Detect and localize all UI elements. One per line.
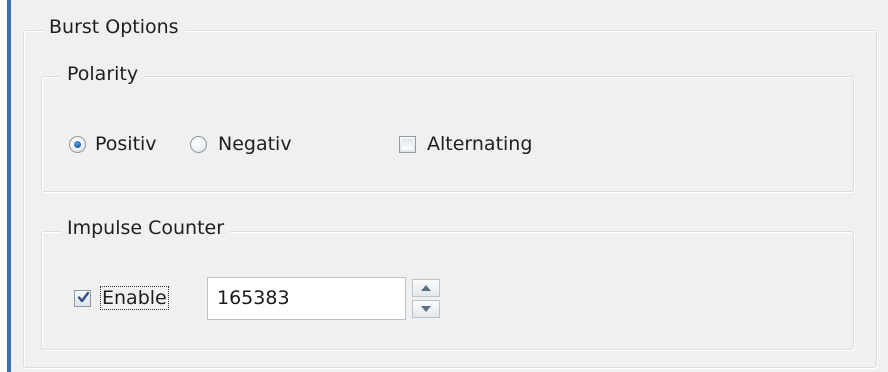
spin-up-button[interactable] <box>412 279 440 297</box>
enable-label-wrap: Enable <box>100 286 169 310</box>
spin-down-button[interactable] <box>412 300 440 318</box>
check-icon <box>77 291 90 303</box>
enable-label[interactable]: Enable <box>100 286 169 310</box>
impulse-count-input[interactable]: 165383 <box>207 277 406 320</box>
radio-positiv[interactable] <box>69 136 86 153</box>
burst-options-title: Burst Options <box>43 15 185 39</box>
chevron-up-icon <box>421 285 431 291</box>
radio-selected-dot <box>74 141 81 148</box>
enable-checkbox[interactable] <box>74 290 91 307</box>
left-margin-strip <box>0 0 7 372</box>
alternating-checkbox[interactable] <box>399 136 416 153</box>
radio-negativ[interactable] <box>190 136 207 153</box>
alternating-label[interactable]: Alternating <box>427 132 532 156</box>
chevron-down-icon <box>421 306 431 312</box>
polarity-title: Polarity <box>61 62 145 86</box>
radio-positiv-label[interactable]: Positiv <box>95 132 157 156</box>
radio-negativ-label[interactable]: Negativ <box>218 132 292 156</box>
impulse-counter-title: Impulse Counter <box>61 216 231 240</box>
